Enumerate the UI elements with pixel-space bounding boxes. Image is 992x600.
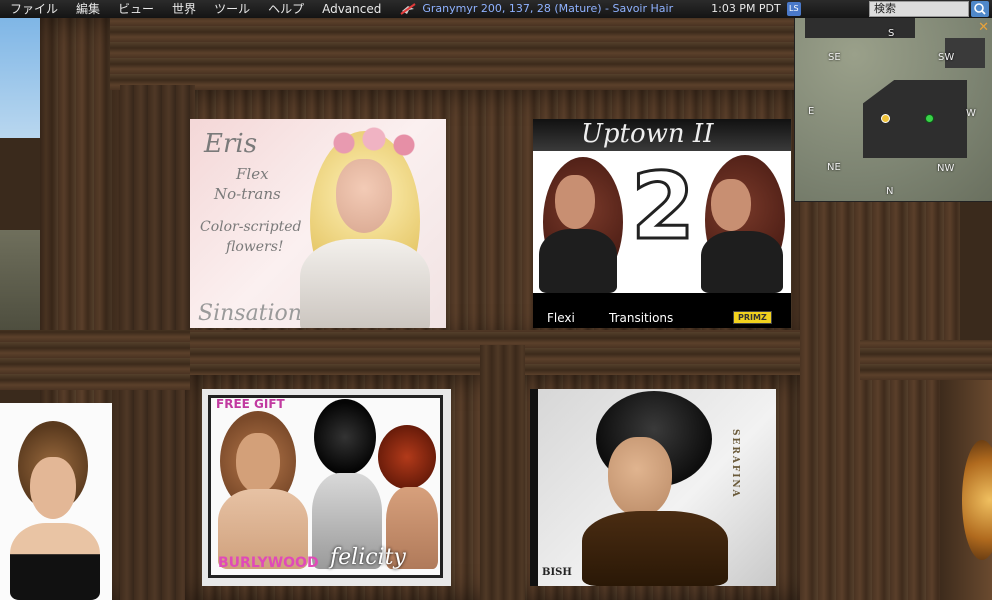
eris-line-flowers: flowers! <box>226 239 284 255</box>
minimap-avatar-marker <box>925 114 934 123</box>
felicity-hair-3 <box>378 425 436 489</box>
search-button[interactable] <box>971 1 989 17</box>
felicity-name: felicity <box>330 545 406 570</box>
location-text: Granymyr 200, 137, 28 (Mature) - Savoir … <box>422 2 674 15</box>
uptown-number: 2 <box>629 153 696 260</box>
floor-beam <box>0 330 190 390</box>
poster-eris[interactable]: Eris Flex No-trans Color-scripted flower… <box>190 119 446 328</box>
poster-left-partial[interactable] <box>0 403 112 600</box>
poster-serafina[interactable]: SERAFINA BISH <box>530 389 776 586</box>
serafina-side-text: SERAFINA <box>730 429 740 499</box>
serafina-top <box>582 511 728 586</box>
minimap[interactable]: S SE SW E W NE NW N ✕ <box>794 18 992 202</box>
wall-right <box>800 200 960 600</box>
menu-help[interactable]: ヘルプ <box>259 0 313 18</box>
uptown-tag: PRIMZ <box>733 311 772 324</box>
serafina-frame-edge <box>530 389 538 586</box>
eris-face <box>336 159 392 233</box>
menu-world[interactable]: 世界 <box>163 0 205 18</box>
pillar-middle <box>480 345 525 600</box>
serafina-face <box>608 437 672 517</box>
minimap-building-top <box>805 18 915 38</box>
menu-bar: ファイル 編集 ビュー 世界 ツール ヘルプ Advanced Granymyr… <box>0 0 992 18</box>
eris-title: Eris <box>204 129 258 159</box>
minimap-self-marker <box>881 114 890 123</box>
menu-file[interactable]: ファイル <box>0 0 67 18</box>
left-poster-body <box>10 523 100 600</box>
eris-line-flex: Flex <box>236 165 269 183</box>
ls-icon[interactable]: LS <box>786 2 801 16</box>
wall-right-beam <box>860 340 992 380</box>
menu-advanced[interactable]: Advanced <box>313 0 390 18</box>
felicity-color: BURLYWOOD <box>218 555 319 571</box>
menu-edit[interactable]: 編集 <box>67 0 109 18</box>
uptown-label-transitions: Transitions <box>609 311 674 325</box>
eris-line-notrans: No-trans <box>214 185 281 203</box>
uptown-title: Uptown II <box>581 119 714 149</box>
minimap-label-s: S <box>888 28 895 39</box>
poster-uptown[interactable]: Uptown II 2 Flexi Transitions PRIMZ <box>533 119 791 328</box>
uptown-right-face <box>711 179 751 231</box>
minimap-label-n: N <box>886 186 894 197</box>
minimap-label-ne: NE <box>827 162 841 173</box>
location-status[interactable]: Granymyr 200, 137, 28 (Mature) - Savoir … <box>400 0 673 18</box>
minimap-label-w: W <box>966 108 976 119</box>
poster-felicity[interactable]: FREE GIFT BURLYWOOD felicity <box>202 389 451 586</box>
eris-line-color: Color-scripted <box>200 219 302 235</box>
minimap-label-sw: SW <box>938 52 955 63</box>
menu-tools[interactable]: ツール <box>205 0 259 18</box>
uptown-right-top <box>701 231 783 293</box>
uptown-left-face <box>555 175 595 229</box>
menu-view[interactable]: ビュー <box>109 0 163 18</box>
clock: 1:03 PM PDT <box>711 2 781 15</box>
minimap-label-se: SE <box>828 52 841 63</box>
left-poster-face <box>30 457 76 519</box>
minimap-label-nw: NW <box>937 163 955 174</box>
felicity-face-1 <box>236 433 280 493</box>
no-fly-icon <box>400 3 416 15</box>
beam-top <box>110 18 800 90</box>
eris-brand: Sinsation <box>198 301 302 326</box>
felicity-hair-2 <box>314 399 376 475</box>
minimap-label-e: E <box>808 106 815 117</box>
felicity-free-gift: FREE GIFT <box>216 397 285 411</box>
flower-crown <box>308 123 428 163</box>
search-icon <box>974 3 986 15</box>
uptown-left-top <box>539 229 617 293</box>
search-input[interactable]: 検索 <box>869 1 969 17</box>
eris-dress <box>300 239 430 328</box>
minimap-close-button[interactable]: ✕ <box>978 20 989 35</box>
uptown-label-flexi: Flexi <box>547 311 575 325</box>
serafina-brand: BISH <box>542 567 572 578</box>
